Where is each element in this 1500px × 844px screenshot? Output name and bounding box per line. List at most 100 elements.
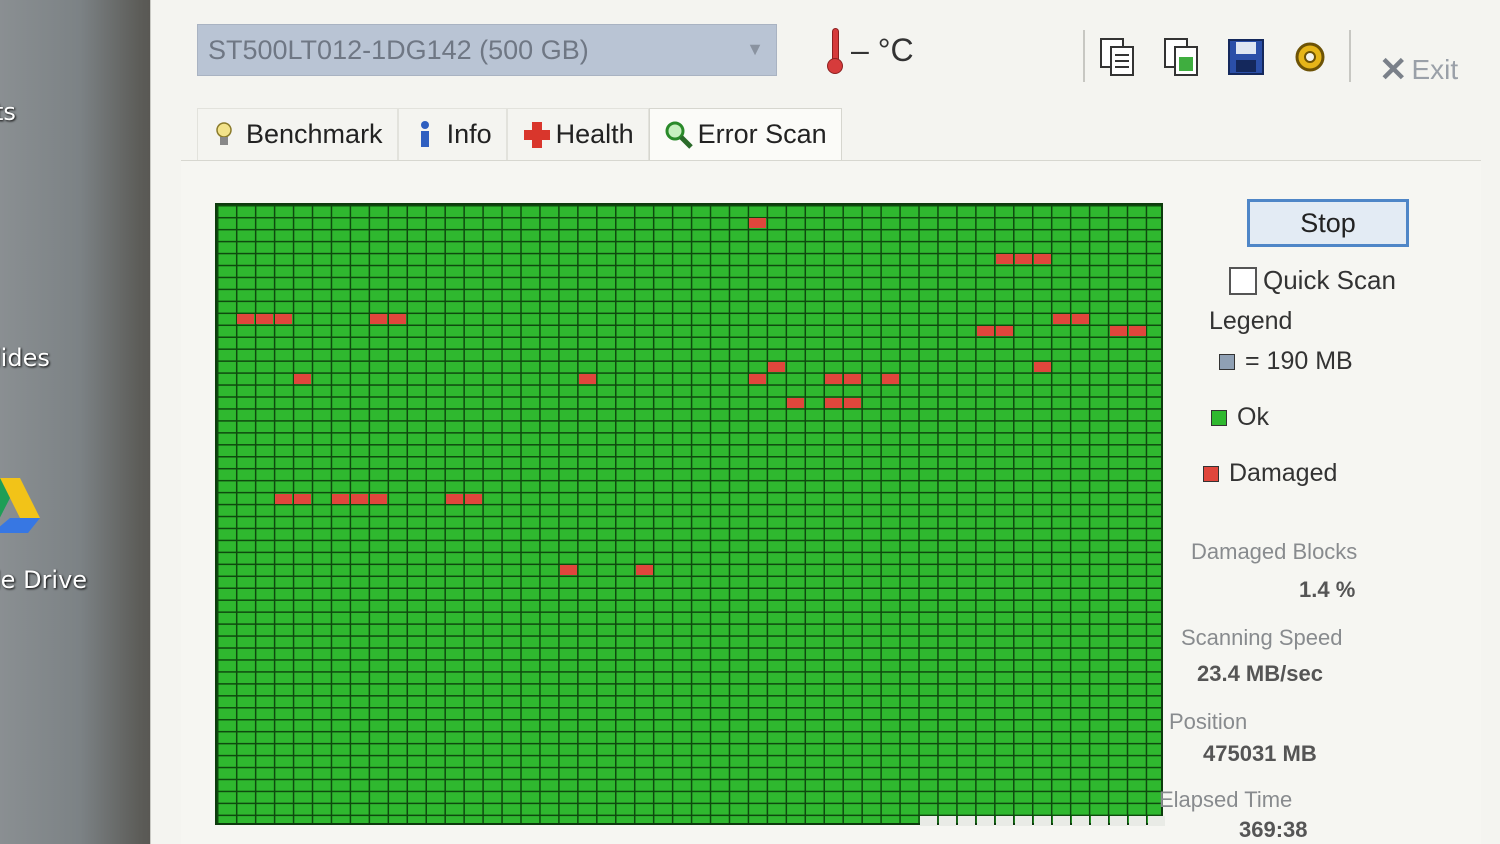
damaged-block (237, 314, 255, 325)
unscanned-block (1090, 816, 1108, 827)
copy-text-icon[interactable] (1097, 36, 1139, 78)
legend-ok-text: Ok (1237, 403, 1269, 431)
hd-tune-window: ST500LT012-1DG142 (500 GB) ▼ – °C ✕ Exit (150, 0, 1500, 844)
unscanned-block (1128, 816, 1146, 827)
position-value: 475031 MB (1203, 741, 1317, 766)
tab-label: Error Scan (697, 119, 827, 149)
damaged-block (256, 314, 274, 325)
elapsed-time-label: Elapsed Time (1159, 787, 1293, 812)
tab-health[interactable]: Health (506, 108, 649, 160)
damaged-block (768, 361, 786, 372)
exit-label: Exit (1411, 54, 1459, 85)
damaged-block (559, 565, 577, 576)
options-icon[interactable] (1289, 36, 1331, 78)
elapsed-time-value: 369:38 (1239, 817, 1308, 842)
temperature-display: – °C (827, 28, 914, 74)
drive-select-value: ST500LT012-1DG142 (500 GB) (208, 34, 589, 65)
damaged-block (275, 314, 293, 325)
tab-label: Health (555, 119, 634, 149)
damaged-blocks-value: 1.4 % (1299, 577, 1356, 602)
toolbar-divider (1349, 30, 1351, 82)
unscanned-block (1052, 816, 1070, 827)
tab-bar: Benchmark Info Health Error Scan (197, 108, 842, 160)
damaged-swatch (1203, 465, 1219, 482)
legend-title: Legend (1209, 307, 1293, 335)
health-cross-icon (522, 120, 550, 150)
unscanned-block (1033, 816, 1051, 827)
damaged-block (1014, 254, 1032, 265)
ok-swatch (1211, 409, 1227, 426)
block-swatch (1219, 353, 1235, 370)
damaged-block (995, 326, 1013, 337)
damaged-block (1128, 326, 1146, 337)
damaged-block (446, 493, 464, 504)
damaged-block (294, 373, 312, 384)
toolbar: ST500LT012-1DG142 (500 GB) ▼ – °C ✕ Exit (151, 0, 1500, 100)
tab-info[interactable]: Info (397, 108, 507, 160)
tab-benchmark[interactable]: Benchmark (197, 108, 398, 160)
unscanned-block (1071, 816, 1089, 827)
damaged-block (749, 373, 767, 384)
damaged-block (844, 373, 862, 384)
damaged-block (370, 493, 388, 504)
quick-scan-checkbox[interactable]: Quick Scan (1229, 265, 1396, 296)
unscanned-block (976, 816, 994, 827)
thermometer-icon (827, 28, 843, 74)
tab-label: Benchmark (246, 119, 383, 149)
unscanned-block (938, 816, 956, 827)
toolbar-divider (1083, 30, 1085, 82)
damaged-block (351, 493, 369, 504)
tab-label: Info (446, 119, 492, 149)
error-scan-panel: Stop Quick Scan Legend = 190 MB Ok Damag… (181, 160, 1481, 844)
desktop-icon-label[interactable]: lides (0, 344, 50, 372)
checkbox-box[interactable] (1229, 266, 1257, 295)
close-icon: ✕ (1379, 51, 1408, 89)
position-label: Position (1169, 709, 1248, 734)
damaged-block (1071, 314, 1089, 325)
damaged-block (578, 373, 596, 384)
copy-image-icon[interactable] (1161, 36, 1203, 78)
damaged-block (1109, 326, 1127, 337)
legend-block-size: = 190 MB (1219, 347, 1353, 376)
scanning-speed-label: Scanning Speed (1181, 625, 1343, 650)
info-icon (413, 120, 437, 150)
damaged-block (995, 254, 1013, 265)
unscanned-block (995, 816, 1013, 827)
damaged-block (825, 373, 843, 384)
save-icon[interactable] (1225, 36, 1267, 78)
damaged-block (370, 314, 388, 325)
unscanned-block (957, 816, 975, 827)
damaged-block (787, 397, 805, 408)
quick-scan-label: Quick Scan (1263, 265, 1396, 295)
magnifier-icon (664, 120, 693, 150)
damaged-block (1052, 314, 1070, 325)
damaged-block (1033, 254, 1051, 265)
exit-button[interactable]: ✕ Exit (1379, 50, 1458, 90)
damaged-block (844, 397, 862, 408)
stop-button[interactable]: Stop (1247, 199, 1409, 247)
scan-block-map (215, 203, 1165, 827)
legend-damaged: Damaged (1203, 459, 1337, 488)
damaged-block (464, 493, 482, 504)
damaged-block (825, 397, 843, 408)
legend-ok: Ok (1211, 403, 1269, 432)
lightbulb-icon (212, 120, 236, 150)
drive-select[interactable]: ST500LT012-1DG142 (500 GB) ▼ (197, 24, 777, 76)
google-drive-icon[interactable] (0, 478, 40, 538)
damaged-blocks-label: Damaged Blocks (1191, 539, 1358, 564)
desktop-icon-label[interactable]: le Drive (0, 566, 87, 594)
unscanned-block (1109, 816, 1127, 827)
damaged-block (294, 493, 312, 504)
desktop-icon-label[interactable]: ts (0, 98, 16, 126)
legend-damaged-text: Damaged (1229, 459, 1338, 487)
temperature-value: – °C (851, 31, 914, 68)
damaged-block (635, 565, 653, 576)
damaged-block (389, 314, 407, 325)
unscanned-block (920, 816, 938, 827)
chevron-down-icon: ▼ (746, 39, 764, 59)
tab-error-scan[interactable]: Error Scan (648, 108, 842, 160)
damaged-block (275, 493, 293, 504)
damaged-block (749, 218, 767, 229)
unscanned-block (1014, 816, 1032, 827)
damaged-block (976, 326, 994, 337)
